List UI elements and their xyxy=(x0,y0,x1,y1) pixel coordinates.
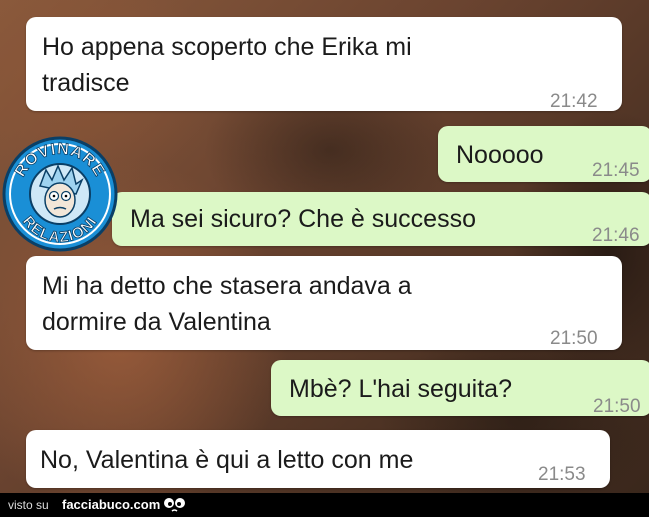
message-time: 21:42 xyxy=(550,91,598,112)
eyes-icon xyxy=(164,498,185,512)
footer-site-link[interactable]: facciabuco.com xyxy=(62,497,160,512)
message-text: Ma sei sicuro? Che è successo xyxy=(130,205,476,233)
message-time: 21:53 xyxy=(538,464,586,485)
message-text: tradisce xyxy=(42,69,130,97)
message-time: 21:46 xyxy=(592,225,640,246)
message-text: Ho appena scoperto che Erika mi xyxy=(42,33,412,61)
message-text: Nooooo xyxy=(456,141,544,169)
message-text: Mbè? L'hai seguita? xyxy=(289,375,512,403)
message-bubble-outgoing[interactable]: Ma sei sicuro? Che è successo 21:46 xyxy=(112,192,649,246)
footer-prefix: visto su xyxy=(8,498,49,512)
message-time: 21:50 xyxy=(593,396,641,417)
message-text: Mi ha detto che stasera andava a xyxy=(42,272,412,300)
rovinare-relazioni-logo: ROVINARE RELAZIONI xyxy=(2,136,118,252)
message-time: 21:50 xyxy=(550,328,598,349)
message-bubble-incoming[interactable]: Mi ha detto che stasera andava a dormire… xyxy=(26,256,622,350)
message-bubble-outgoing[interactable]: Mbè? L'hai seguita? 21:50 xyxy=(271,360,649,417)
watermark-footer: visto su facciabuco.com xyxy=(0,493,649,517)
message-bubble-incoming[interactable]: No, Valentina è qui a letto con me 21:53 xyxy=(26,430,610,488)
message-bubble-outgoing[interactable]: Nooooo 21:45 xyxy=(438,126,649,182)
message-text: dormire da Valentina xyxy=(42,308,271,336)
message-time: 21:45 xyxy=(592,160,640,181)
message-bubble-incoming[interactable]: Ho appena scoperto che Erika mi tradisce… xyxy=(26,17,622,112)
message-text: No, Valentina è qui a letto con me xyxy=(40,446,414,474)
